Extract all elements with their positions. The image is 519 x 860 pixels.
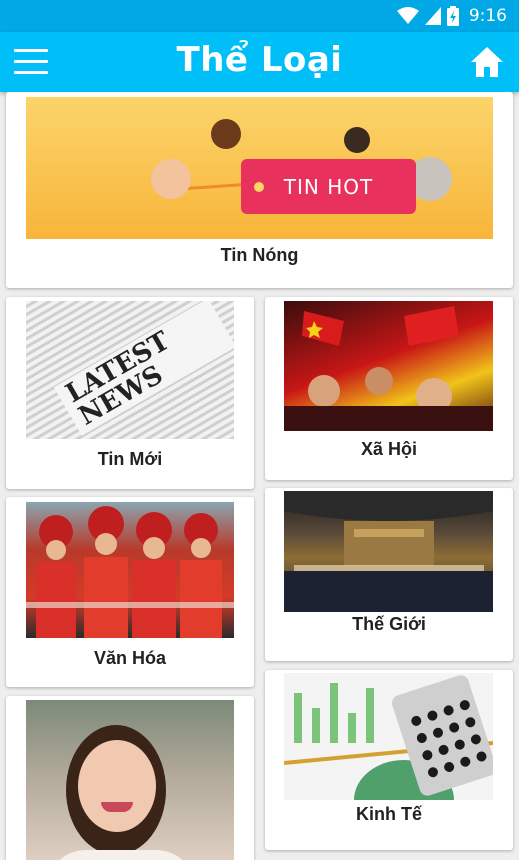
category-card-kinh-te[interactable]: Kinh Tế: [265, 670, 513, 850]
category-image-tin-moi: LATEST NEWS: [26, 301, 234, 439]
home-icon[interactable]: [469, 45, 505, 79]
status-time: 9:16: [468, 6, 507, 26]
face-shape: [78, 740, 156, 832]
category-label: Kinh Tế: [356, 804, 422, 824]
tin-hot-tag: TIN HOT: [241, 159, 416, 214]
smile-shape: [101, 802, 133, 812]
category-label: Thế Giới: [352, 614, 426, 634]
battery-icon: [446, 6, 459, 26]
crowd-illustration: [284, 306, 493, 431]
category-image-the-gioi: [284, 491, 493, 612]
cartoon-boy: [151, 159, 191, 199]
status-bar: 9:16: [0, 0, 519, 32]
category-card-xa-hoi[interactable]: Xã Hội: [265, 297, 513, 480]
cartoon-girl: [211, 119, 241, 149]
category-image-person: [26, 700, 234, 860]
category-image-kinh-te: [284, 673, 493, 800]
tag-hole: [254, 182, 264, 192]
finance-illustration: [284, 675, 493, 800]
category-list: TIN HOT Tin Nóng LATEST NEWS Tin Mới Xã …: [0, 92, 519, 860]
category-image-tin-nong: TIN HOT: [26, 97, 493, 239]
category-card-tin-moi[interactable]: LATEST NEWS Tin Mới: [6, 297, 254, 489]
wifi-icon: [396, 7, 419, 24]
app-bar: Thể Loại: [0, 32, 519, 92]
category-image-van-hoa: [26, 502, 234, 638]
page-title: Thể Loại: [176, 40, 343, 80]
category-label: Tin Mới: [97, 449, 163, 469]
category-card-van-hoa[interactable]: Văn Hóa: [6, 497, 254, 687]
category-label: Xã Hội: [360, 439, 417, 459]
cartoon-man: [344, 127, 370, 153]
category-card-the-gioi[interactable]: Thế Giới: [265, 488, 513, 661]
assembly-hall-illustration: [284, 491, 493, 612]
category-image-xa-hoi: [284, 301, 493, 431]
category-label: Tin Nóng: [220, 245, 299, 265]
women-traditional-dress-illustration: [26, 506, 234, 638]
category-label: Văn Hóa: [93, 648, 167, 668]
category-card-partial[interactable]: [6, 696, 254, 860]
category-card-tin-nong[interactable]: TIN HOT Tin Nóng: [6, 92, 513, 288]
shoulder-shape: [46, 850, 196, 860]
status-icons: 9:16: [396, 5, 507, 27]
signal-icon: [424, 7, 441, 25]
